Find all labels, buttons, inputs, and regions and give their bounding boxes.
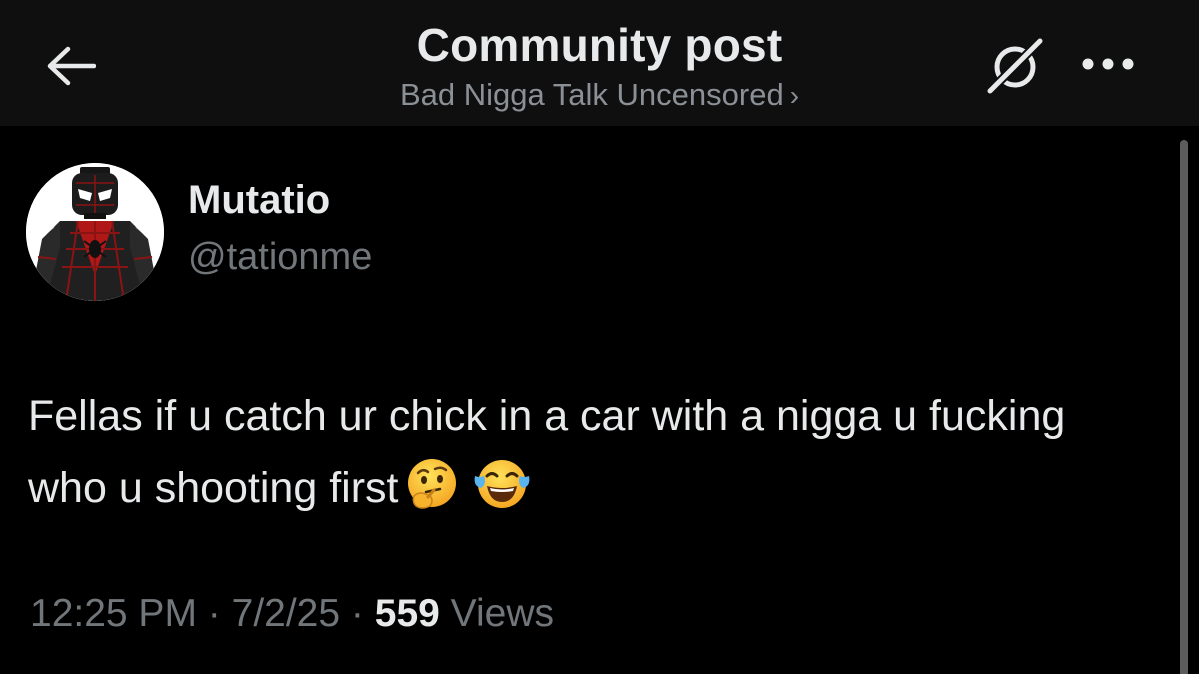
tears-of-joy-emoji — [472, 456, 532, 534]
scrollbar[interactable] — [1180, 140, 1188, 674]
top-bar: Community post Bad Nigga Talk Uncensored… — [0, 0, 1199, 126]
post-date[interactable]: 7/2/25 — [232, 592, 340, 635]
spiderman-lego-avatar-image — [26, 163, 164, 301]
views-count: 559 — [374, 592, 440, 635]
separator: · — [207, 592, 221, 635]
grok-button[interactable] — [980, 34, 1050, 98]
author-handle[interactable]: @tationme — [188, 236, 372, 279]
author-display-name[interactable]: Mutatio — [188, 178, 330, 223]
chevron-right-icon: › — [789, 80, 800, 111]
avatar[interactable] — [26, 163, 164, 301]
grok-icon — [986, 37, 1044, 95]
post-text: Fellas if u catch ur chick in a car with… — [28, 380, 1148, 534]
post-time[interactable]: 12:25 PM — [30, 592, 197, 635]
thinking-face-emoji — [404, 456, 460, 534]
community-name: Bad Nigga Talk Uncensored — [399, 77, 784, 112]
post-metadata: 12:25 PM · 7/2/25 · 559 Views — [30, 592, 554, 636]
separator: · — [350, 592, 364, 635]
views-label: Views — [450, 592, 554, 635]
post-body: Fellas if u catch ur chick in a car with… — [28, 392, 1066, 512]
more-horizontal-icon — [1082, 58, 1134, 70]
more-options-button[interactable] — [1076, 42, 1140, 86]
